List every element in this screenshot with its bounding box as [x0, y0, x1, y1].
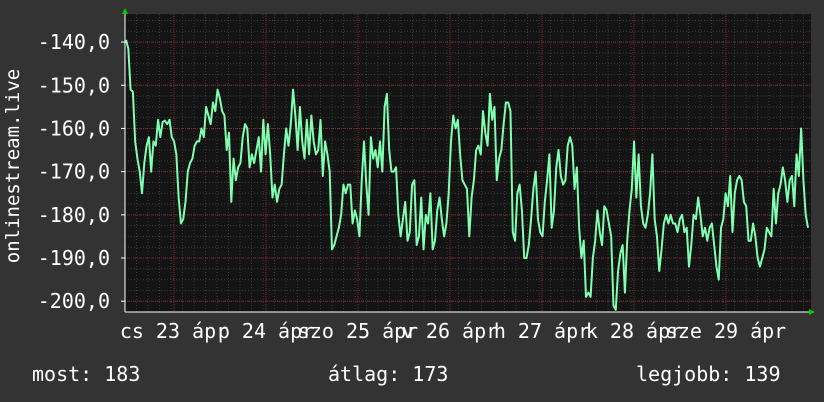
x-tick-label: cs 23 ápr — [120, 319, 228, 343]
x-tick-label: h 27 ápr — [494, 319, 590, 343]
x-tick-label: v 26 ápr — [402, 319, 498, 343]
x-tick-label: sze 29 ápr — [666, 319, 786, 343]
y-axis-arrow — [122, 8, 128, 14]
y-tick-label: -170,0 — [38, 160, 110, 184]
best-value: legjobb: 139 — [636, 362, 781, 386]
line-chart: -140,0 -150,0 -160,0 -170,0 -180,0 -190,0 -200… — [2, 8, 815, 343]
current-value: most: 183 — [32, 362, 141, 386]
x-axis-arrow — [809, 309, 815, 315]
plot-area — [125, 14, 811, 312]
y-tick-label: -180,0 — [38, 203, 110, 227]
y-axis-label: onlinestream.live — [2, 69, 24, 263]
x-tick-labels: cs 23 áprp 24 áprszo 25 áprv 26 áprh 27 … — [120, 319, 786, 343]
y-tick-label: -160,0 — [38, 116, 110, 140]
y-tick-label: -140,0 — [38, 30, 110, 54]
y-tick-labels: -140,0 -150,0 -160,0 -170,0 -180,0 -190,0 -200… — [38, 30, 125, 313]
average-value: átlag: 173 — [328, 362, 449, 386]
y-tick-label: -200,0 — [38, 289, 110, 313]
x-tick-label: szo 25 ápr — [298, 319, 418, 343]
y-tick-label: -190,0 — [38, 246, 110, 270]
y-tick-label: -150,0 — [38, 73, 110, 97]
